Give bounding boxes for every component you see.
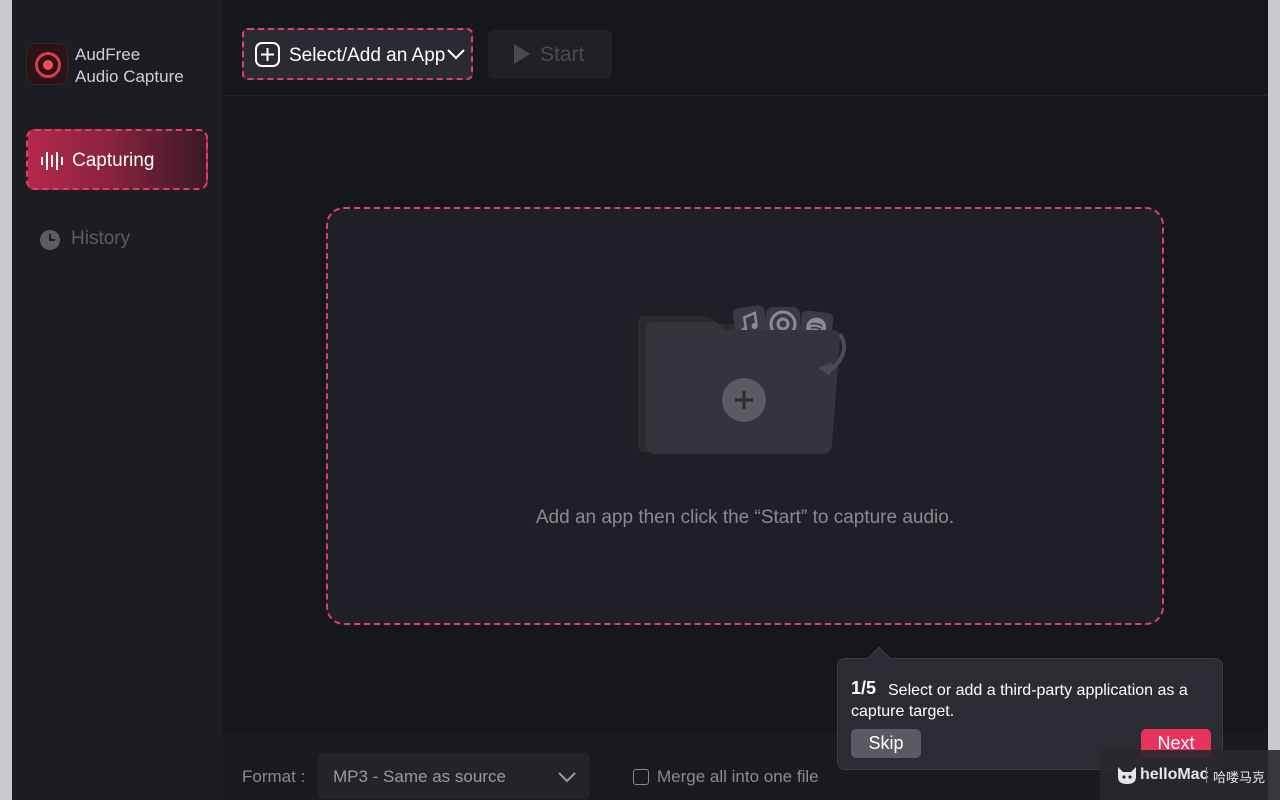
app-name: AudFree Audio Capture [75, 44, 184, 88]
hellomac-logo-icon [1118, 767, 1136, 784]
watermark-divider [1206, 767, 1207, 783]
format-value: MP3 - Same as source [333, 767, 506, 786]
watermark-brand: helloMac [1140, 766, 1209, 783]
play-icon [514, 44, 530, 64]
app-name-line1: AudFree [75, 45, 141, 64]
start-button[interactable]: Start [488, 30, 612, 79]
watermark: helloMac 哈喽马克 [1100, 750, 1280, 800]
sidebar-item-label: Capturing [72, 150, 155, 171]
format-select[interactable]: MP3 - Same as source [318, 753, 590, 799]
chevron-down-icon [558, 772, 576, 783]
select-add-app-label: Select/Add an App [289, 45, 446, 66]
sidebar-item-capturing[interactable]: Capturing [26, 129, 208, 190]
watermark-cn: 哈喽马克 [1213, 771, 1266, 786]
toolbar: Select/Add an App Start [222, 0, 1268, 96]
sidebar-item-label: History [71, 228, 131, 249]
chevron-down-icon [447, 49, 465, 60]
app-window: AudFree Audio Capture Capturing History [12, 0, 1268, 800]
select-add-app-button[interactable]: Select/Add an App [242, 28, 473, 80]
merge-label: Merge all into one file [657, 767, 819, 786]
checkbox-box[interactable] [633, 769, 649, 785]
add-app-illustration [638, 305, 846, 454]
sidebar: AudFree Audio Capture Capturing History [12, 0, 222, 800]
clock-icon [40, 230, 60, 250]
tooltip-arrow [867, 646, 891, 670]
app-drop-zone[interactable]: Add an app then click the “Start” to cap… [326, 207, 1164, 625]
format-label: Format : [242, 767, 306, 786]
skip-button[interactable]: Skip [851, 729, 921, 758]
waveform-icon [41, 152, 63, 170]
sidebar-item-history[interactable]: History [38, 225, 188, 253]
tooltip-message: Select or add a third-party application … [851, 682, 1188, 720]
app-logo-icon [26, 43, 68, 85]
drop-zone-hint: Add an app then click the “Start” to cap… [535, 507, 955, 528]
start-label: Start [540, 43, 585, 66]
add-circle-icon [255, 42, 280, 67]
app-name-line2: Audio Capture [75, 67, 184, 86]
